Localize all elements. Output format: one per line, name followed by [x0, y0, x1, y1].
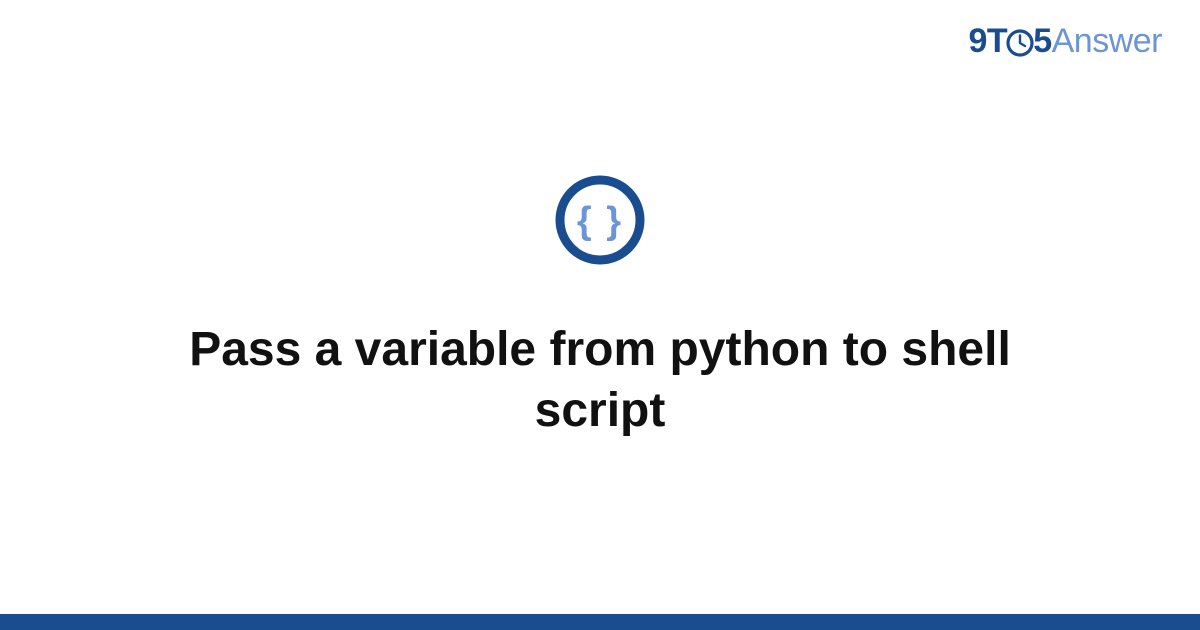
main-content: { } Pass a variable from python to shell… — [0, 0, 1200, 614]
code-braces-icon: { } — [553, 173, 647, 267]
bottom-accent-bar — [0, 614, 1200, 630]
question-title: Pass a variable from python to shell scr… — [130, 319, 1070, 442]
svg-text:{ }: { } — [577, 200, 623, 242]
